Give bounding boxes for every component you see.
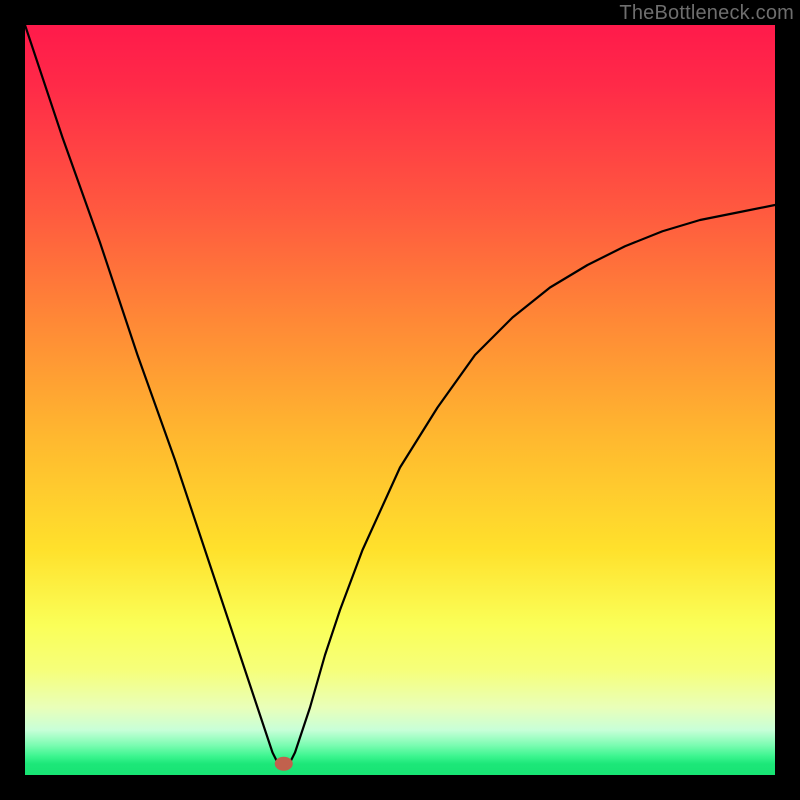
attribution-label: TheBottleneck.com <box>619 2 794 25</box>
optimum-marker-icon <box>275 757 293 771</box>
curve-layer <box>25 25 775 775</box>
bottleneck-curve <box>25 25 775 768</box>
chart-frame: TheBottleneck.com <box>0 0 800 800</box>
plot-area <box>25 25 775 775</box>
